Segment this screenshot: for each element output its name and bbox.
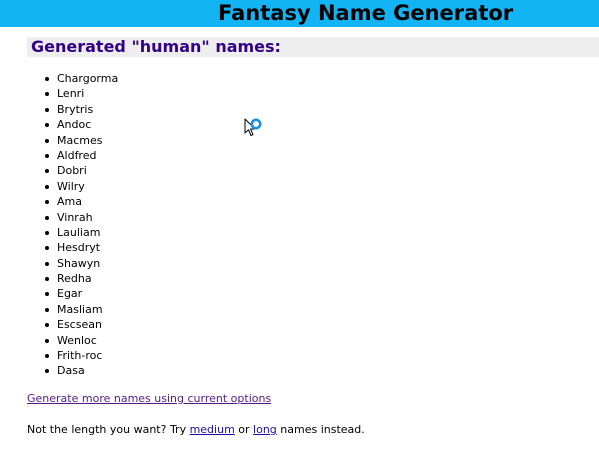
name-list-item: Shawyn — [44, 256, 118, 271]
generated-name: Macmes — [57, 133, 103, 147]
bullet-icon — [45, 138, 49, 143]
name-list-item: Escsean — [44, 317, 118, 332]
bullet-icon — [45, 123, 49, 128]
generate-more-link[interactable]: Generate more names using current option… — [27, 392, 271, 406]
bullet-icon — [45, 323, 49, 328]
generated-name: Wenloc — [57, 333, 97, 347]
bullet-icon — [45, 246, 49, 251]
name-list-item: Dobri — [44, 163, 118, 178]
generated-name: Shawyn — [57, 256, 101, 270]
results-heading: Generated "human" names: — [31, 37, 281, 56]
generated-name: Andoc — [57, 118, 92, 132]
name-list-item: Wilry — [44, 179, 118, 194]
bullet-icon — [45, 153, 49, 158]
name-list-item: Hesdryt — [44, 240, 118, 255]
generated-name: Vinrah — [57, 210, 93, 224]
length-options: Not the length you want? Try medium or l… — [27, 423, 365, 437]
name-list-item: Dasa — [44, 363, 118, 378]
name-list-item: Vinrah — [44, 210, 118, 225]
bullet-icon — [45, 215, 49, 220]
generated-name: Dasa — [57, 364, 85, 378]
bullet-icon — [45, 107, 49, 112]
generated-name: Hesdryt — [57, 241, 101, 255]
generated-name: Masliam — [57, 302, 103, 316]
generated-name: Dobri — [57, 164, 87, 178]
bullet-icon — [45, 261, 49, 266]
busy-pointer-icon — [244, 118, 262, 136]
generated-name: Brytris — [57, 102, 94, 116]
name-list-item: Egar — [44, 286, 118, 301]
name-list-item: Ama — [44, 194, 118, 209]
bullet-icon — [45, 169, 49, 174]
name-list-item: Macmes — [44, 133, 118, 148]
name-list-item: Chargorma — [44, 71, 118, 86]
bullet-icon — [45, 184, 49, 189]
generated-name: Chargorma — [57, 72, 119, 85]
bullet-icon — [45, 277, 49, 282]
long-length-link[interactable]: long — [253, 423, 277, 436]
name-list: Chargorma Lenri Brytris Andoc Macmes Aldfred D… — [44, 71, 118, 379]
generated-name: Frith-roc — [57, 349, 103, 363]
bullet-icon — [45, 354, 49, 359]
generated-name: Escsean — [57, 318, 102, 332]
name-list-item: Brytris — [44, 102, 118, 117]
bullet-icon — [45, 77, 49, 81]
generated-name: Wilry — [57, 179, 85, 193]
title-bar: Fantasy Name Generator — [0, 0, 599, 27]
bullet-icon — [45, 230, 49, 235]
bullet-icon — [45, 292, 49, 297]
generated-name: Lenri — [57, 87, 85, 101]
name-list-item: Andoc — [44, 117, 118, 132]
length-prompt-prefix: Not the length you want? Try — [27, 423, 190, 436]
generated-name: Egar — [57, 287, 83, 301]
results-header: Generated "human" names: — [27, 37, 599, 57]
name-list-item: Masliam — [44, 302, 118, 317]
name-list-item: Wenloc — [44, 333, 118, 348]
bullet-icon — [45, 338, 49, 343]
name-list-item: Redha — [44, 271, 118, 286]
name-list-item: Lauliam — [44, 225, 118, 240]
name-list-item: Lenri — [44, 86, 118, 101]
bullet-icon — [45, 200, 49, 205]
name-list-item: Aldfred — [44, 148, 118, 163]
length-prompt-middle: or — [234, 423, 254, 436]
page-title: Fantasy Name Generator — [214, 1, 518, 26]
generated-name: Ama — [57, 195, 82, 209]
generated-name: Lauliam — [57, 225, 101, 239]
generated-name: Redha — [57, 272, 92, 286]
medium-length-link[interactable]: medium — [190, 423, 235, 436]
name-list-item: Frith-roc — [44, 348, 118, 363]
bullet-icon — [45, 307, 49, 312]
generated-name: Aldfred — [57, 148, 97, 162]
length-prompt-suffix: names instead. — [276, 423, 365, 436]
bullet-icon — [45, 92, 49, 97]
bullet-icon — [45, 369, 49, 374]
